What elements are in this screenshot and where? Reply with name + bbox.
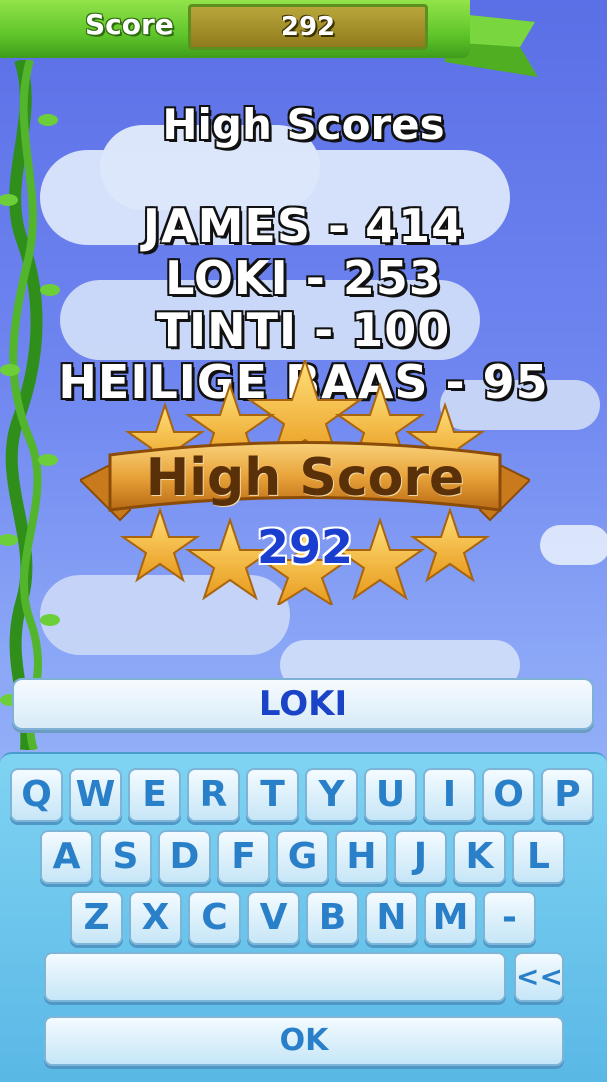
key-z[interactable]: Z xyxy=(70,891,123,945)
key-t[interactable]: T xyxy=(246,768,299,822)
cloud xyxy=(540,525,607,565)
key-l[interactable]: L xyxy=(512,830,565,884)
key-n[interactable]: N xyxy=(365,891,418,945)
high-scores-title: High Scores xyxy=(162,100,445,149)
key-g[interactable]: G xyxy=(276,830,329,884)
key-p[interactable]: P xyxy=(541,768,594,822)
high-score-entry: TINTI - 100 xyxy=(156,303,451,357)
key-c[interactable]: C xyxy=(188,891,241,945)
key-w[interactable]: W xyxy=(69,768,122,822)
key-y[interactable]: Y xyxy=(305,768,358,822)
key-v[interactable]: V xyxy=(247,891,300,945)
score-value: 292 xyxy=(188,4,428,50)
key-i[interactable]: I xyxy=(423,768,476,822)
key-m[interactable]: M xyxy=(424,891,477,945)
key-f[interactable]: F xyxy=(217,830,270,884)
key-hyphen[interactable]: - xyxy=(483,891,536,945)
key-k[interactable]: K xyxy=(453,830,506,884)
high-score-entry: JAMES - 414 xyxy=(142,199,465,253)
key-a[interactable]: A xyxy=(40,830,93,884)
key-s[interactable]: S xyxy=(99,830,152,884)
key-j[interactable]: J xyxy=(394,830,447,884)
high-score-entry: LOKI - 253 xyxy=(165,251,442,305)
key-x[interactable]: X xyxy=(129,891,182,945)
key-u[interactable]: U xyxy=(364,768,417,822)
ok-button[interactable]: OK xyxy=(44,1016,564,1066)
key-q[interactable]: Q xyxy=(10,768,63,822)
high-score-badge-value: 292 xyxy=(256,520,354,574)
name-input[interactable]: LOKI xyxy=(12,678,594,730)
key-e[interactable]: E xyxy=(128,768,181,822)
key-d[interactable]: D xyxy=(158,830,211,884)
backspace-key[interactable]: << xyxy=(514,952,564,1002)
high-score-badge-title: High Score xyxy=(145,448,465,508)
on-screen-keyboard: Q W E R T Y U I O P A S D F G H J K L Z … xyxy=(0,752,607,1082)
key-b[interactable]: B xyxy=(306,891,359,945)
space-key[interactable] xyxy=(44,952,506,1002)
key-r[interactable]: R xyxy=(187,768,240,822)
key-h[interactable]: H xyxy=(335,830,388,884)
score-label: Score xyxy=(85,8,174,41)
key-o[interactable]: O xyxy=(482,768,535,822)
